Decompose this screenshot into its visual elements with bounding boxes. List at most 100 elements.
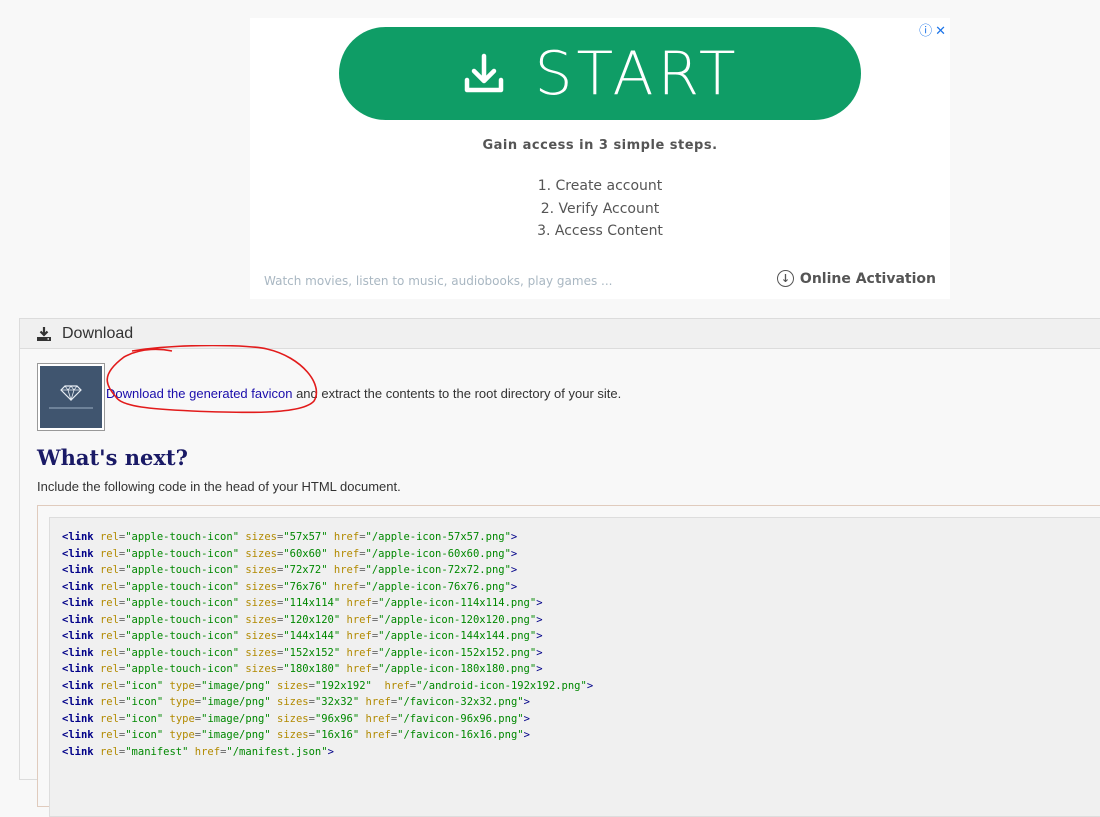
code-attr-value: "120x120": [283, 613, 341, 626]
code-attr-name: rel: [99, 630, 119, 642]
code-lines: <link rel="apple-touch-icon" sizes="57x5…: [62, 529, 593, 760]
code-tag: <link: [62, 729, 94, 741]
code-attr-value: "60x60": [283, 547, 328, 560]
code-attr-name: href: [333, 547, 360, 560]
code-line: <link rel="apple-touch-icon" sizes="57x5…: [62, 529, 593, 546]
code-attr-name: sizes: [277, 712, 309, 725]
whats-next-heading: What's next?: [37, 445, 188, 470]
download-instructions-rest: and extract the contents to the root dir…: [292, 386, 622, 401]
code-attr-name: type: [169, 729, 195, 741]
code-attr-name: sizes: [245, 597, 277, 609]
code-attr-name: href: [194, 745, 221, 758]
code-tag: <link: [62, 712, 94, 725]
code-attr-value: "180x180": [283, 663, 341, 675]
code-tag: <link: [62, 646, 94, 659]
code-line: <link rel="apple-touch-icon" sizes="152x…: [62, 645, 593, 662]
info-icon[interactable]: ⓘ: [919, 24, 932, 39]
download-icon: [465, 53, 504, 92]
code-attr-value: "/apple-icon-60x60.png": [365, 547, 511, 560]
code-attr-name: href: [346, 597, 372, 609]
code-tag-close: >: [523, 696, 530, 708]
code-tag-close: >: [536, 613, 543, 626]
code-attr-name: sizes: [277, 679, 309, 692]
code-attr-name: rel: [99, 547, 119, 560]
code-attr-value: "/apple-icon-57x57.png": [365, 531, 511, 543]
code-line: <link rel="manifest" href="/manifest.jso…: [62, 744, 593, 761]
code-attr-value: "manifest": [125, 745, 189, 758]
code-attr-name: href: [346, 613, 372, 626]
include-instructions: Include the following code in the head o…: [37, 479, 401, 494]
code-attr-value: "/manifest.json": [226, 745, 328, 758]
code-attr-value: "/android-icon-192x192.png": [416, 679, 587, 692]
code-attr-value: "144x144": [283, 630, 341, 642]
download-circle-icon: ↓: [776, 270, 794, 287]
code-attr-name: href: [365, 729, 391, 741]
code-attr-value: "96x96": [314, 712, 360, 725]
code-attr-name: rel: [99, 679, 119, 692]
code-attr-name: href: [384, 679, 410, 692]
code-attr-name: sizes: [245, 613, 277, 626]
code-tag-close: >: [510, 580, 518, 593]
download-favicon-link[interactable]: Download the generated favicon: [106, 386, 292, 401]
code-attr-value: "152x152": [283, 646, 341, 659]
code-attr-name: rel: [99, 712, 119, 725]
code-attr-name: sizes: [245, 564, 277, 576]
code-attr-value: "image/png": [201, 729, 271, 741]
start-label: START: [534, 38, 740, 109]
panel-header: Download: [20, 319, 1100, 349]
code-attr-name: sizes: [245, 531, 277, 543]
code-attr-value: "76x76": [283, 580, 328, 593]
favicon-preview: [37, 363, 105, 431]
code-attr-value: "/apple-icon-76x76.png": [365, 580, 511, 593]
code-line: <link rel="apple-touch-icon" sizes="76x7…: [62, 579, 593, 596]
code-line: <link rel="apple-touch-icon" sizes="72x7…: [62, 562, 593, 579]
code-attr-value: "apple-touch-icon": [125, 564, 240, 576]
code-attr-name: sizes: [245, 646, 277, 659]
code-attr-name: href: [333, 580, 360, 593]
code-line: <link rel="icon" type="image/png" sizes=…: [62, 711, 593, 728]
code-attr-value: "32x32": [314, 696, 360, 708]
code-attr-name: type: [169, 696, 195, 708]
code-attr-value: "apple-touch-icon": [125, 663, 240, 675]
code-tag-close: >: [536, 663, 543, 675]
ad-step: 3. Access Content: [537, 223, 663, 239]
code-attr-name: href: [346, 663, 372, 675]
ad-banner[interactable]: ⓘ ✕ START Gain access in 3 simple steps. …: [250, 18, 950, 299]
code-attr-value: "apple-touch-icon": [125, 531, 240, 543]
code-line: <link rel="apple-touch-icon" sizes="114x…: [62, 595, 593, 612]
code-attr-value: "icon": [125, 712, 164, 725]
code-attr-value: "apple-touch-icon": [125, 613, 240, 626]
code-attr-name: rel: [99, 663, 119, 675]
code-attr-value: "apple-touch-icon": [125, 547, 240, 560]
ad-choices[interactable]: ⓘ ✕: [916, 20, 946, 39]
code-attr-value: "16x16": [314, 729, 360, 741]
ad-step: 1. Create account: [537, 178, 663, 194]
code-attr-name: href: [346, 646, 372, 659]
code-tag-close: >: [523, 712, 530, 725]
code-attr-name: rel: [99, 646, 119, 659]
code-tag: <link: [62, 663, 94, 675]
code-attr-name: href: [333, 564, 360, 576]
code-line: <link rel="apple-touch-icon" sizes="180x…: [62, 661, 593, 678]
code-attr-name: rel: [99, 696, 119, 708]
code-attr-name: href: [365, 712, 391, 725]
code-attr-name: href: [365, 696, 391, 708]
panel-title: Download: [62, 324, 134, 342]
start-button[interactable]: START: [339, 27, 861, 120]
code-tag-close: >: [586, 679, 594, 692]
ad-online-activation[interactable]: ↓ Online Activation: [776, 270, 936, 287]
code-attr-name: sizes: [245, 663, 277, 675]
code-line: <link rel="apple-touch-icon" sizes="120x…: [62, 612, 593, 629]
code-tag: <link: [62, 630, 94, 642]
ad-steps: 1. Create account 2. Verify Account 3. A…: [250, 175, 950, 243]
code-tag-close: >: [536, 597, 543, 609]
code-attr-value: "icon": [125, 729, 164, 741]
code-block[interactable]: <link rel="apple-touch-icon" sizes="57x5…: [49, 517, 1100, 817]
code-tag: <link: [62, 745, 94, 758]
ad-footer-text: Watch movies, listen to music, audiobook…: [264, 274, 613, 288]
code-attr-value: "114x114": [283, 597, 341, 609]
close-icon[interactable]: ✕: [935, 24, 946, 39]
code-attr-name: rel: [99, 531, 119, 543]
code-attr-name: href: [333, 531, 360, 543]
diamond-icon: [60, 385, 82, 401]
